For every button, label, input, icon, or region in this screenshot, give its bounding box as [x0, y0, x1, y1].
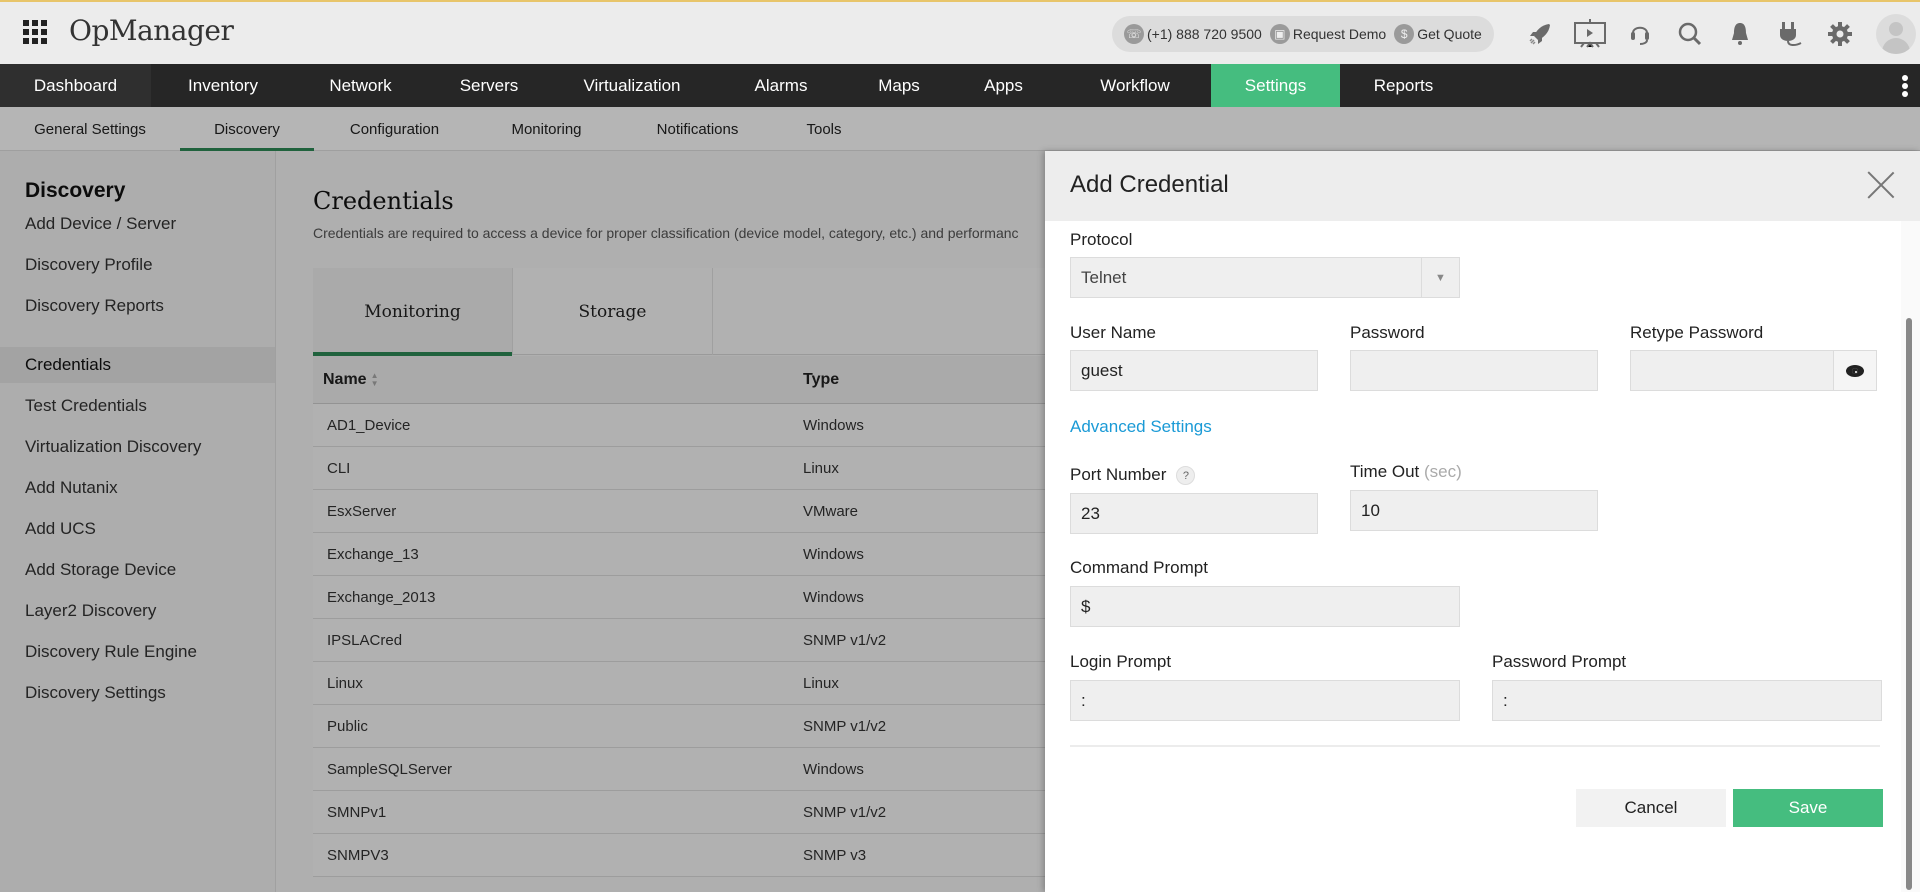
- save-button[interactable]: Save: [1733, 789, 1883, 827]
- bell-icon[interactable]: [1715, 14, 1765, 54]
- plug-icon[interactable]: [1765, 14, 1815, 54]
- panel-header: Add Credential: [1045, 151, 1920, 221]
- close-icon[interactable]: [1867, 171, 1895, 199]
- more-menu-icon[interactable]: [1900, 72, 1910, 100]
- login-prompt-input[interactable]: [1081, 690, 1459, 711]
- protocol-select[interactable]: Telnet ▼: [1070, 257, 1460, 298]
- username-label: User Name: [1070, 323, 1156, 342]
- help-icon[interactable]: ?: [1176, 466, 1196, 486]
- timeout-field[interactable]: [1350, 490, 1598, 531]
- password-prompt-input[interactable]: [1503, 690, 1881, 711]
- nav-alarms[interactable]: Alarms: [712, 64, 850, 107]
- app-grid-icon[interactable]: [23, 20, 47, 44]
- retype-password-field[interactable]: [1630, 350, 1877, 391]
- username-field[interactable]: [1070, 350, 1318, 391]
- nav-reports[interactable]: Reports: [1340, 64, 1467, 107]
- request-demo-link[interactable]: Request Demo: [1293, 26, 1386, 42]
- nav-network[interactable]: Network: [295, 64, 426, 107]
- gear-icon[interactable]: [1815, 14, 1865, 54]
- nav-inventory[interactable]: Inventory: [151, 64, 295, 107]
- login-prompt-field[interactable]: [1070, 680, 1460, 721]
- presentation-icon[interactable]: [1565, 14, 1615, 54]
- panel-divider: [1070, 745, 1880, 747]
- password-prompt-field[interactable]: [1492, 680, 1882, 721]
- password-prompt-label: Password Prompt: [1492, 652, 1627, 671]
- main-nav: Dashboard Inventory Network Servers Virt…: [0, 64, 1920, 107]
- eye-icon: [1846, 364, 1864, 377]
- headset-icon[interactable]: [1615, 14, 1665, 54]
- demo-icon: ▣: [1269, 24, 1290, 44]
- top-bar: OpManager ☏ (+1) 888 720 9500 ▣ Request …: [0, 0, 1920, 64]
- nav-settings[interactable]: Settings: [1211, 64, 1340, 107]
- timeout-label-text: Time Out: [1350, 462, 1420, 481]
- nav-dashboard[interactable]: Dashboard: [0, 64, 151, 107]
- phone-icon: ☏: [1124, 24, 1144, 44]
- protocol-label: Protocol: [1070, 230, 1133, 249]
- port-number-field[interactable]: [1070, 493, 1318, 534]
- password-field[interactable]: [1350, 350, 1598, 391]
- rocket-icon[interactable]: [1515, 14, 1565, 54]
- user-avatar[interactable]: [1876, 14, 1916, 54]
- scrollbar-thumb[interactable]: [1906, 318, 1912, 890]
- contact-pill: ☏ (+1) 888 720 9500 ▣ Request Demo $ Get…: [1112, 16, 1494, 52]
- nav-maps[interactable]: Maps: [850, 64, 948, 107]
- username-input[interactable]: [1081, 360, 1317, 381]
- port-number-label-text: Port Number: [1070, 465, 1167, 484]
- nav-apps[interactable]: Apps: [948, 64, 1059, 107]
- nav-servers[interactable]: Servers: [426, 64, 552, 107]
- top-icons: [1515, 14, 1865, 54]
- add-credential-panel: Add Credential Protocol Telnet ▼ User Na…: [1045, 151, 1920, 892]
- nav-workflow[interactable]: Workflow: [1059, 64, 1211, 107]
- port-number-input[interactable]: [1081, 503, 1317, 524]
- phone-number[interactable]: (+1) 888 720 9500: [1147, 26, 1262, 42]
- panel-title: Add Credential: [1070, 171, 1229, 198]
- brand-logo[interactable]: OpManager: [69, 14, 234, 47]
- port-number-label: Port Number?: [1070, 465, 1196, 486]
- search-icon[interactable]: [1665, 14, 1715, 54]
- nav-virtualization[interactable]: Virtualization: [552, 64, 712, 107]
- timeout-input[interactable]: [1361, 500, 1597, 521]
- retype-password-label: Retype Password: [1630, 323, 1764, 342]
- cancel-button[interactable]: Cancel: [1576, 789, 1726, 827]
- timeout-label: Time Out (sec): [1350, 462, 1462, 482]
- password-input[interactable]: [1361, 360, 1597, 381]
- advanced-settings-link[interactable]: Advanced Settings: [1070, 417, 1212, 437]
- show-password-button[interactable]: [1833, 351, 1876, 390]
- dollar-icon: $: [1394, 24, 1415, 44]
- get-quote-link[interactable]: Get Quote: [1417, 26, 1482, 42]
- chevron-down-icon[interactable]: ▼: [1421, 258, 1459, 297]
- command-prompt-label: Command Prompt: [1070, 558, 1208, 577]
- timeout-unit: (sec): [1424, 462, 1462, 481]
- login-prompt-label: Login Prompt: [1070, 652, 1172, 671]
- password-label: Password: [1350, 323, 1425, 342]
- command-prompt-input[interactable]: [1081, 596, 1459, 617]
- protocol-value: Telnet: [1081, 267, 1127, 287]
- panel-scrollbar[interactable]: [1901, 221, 1920, 892]
- command-prompt-field[interactable]: [1070, 586, 1460, 627]
